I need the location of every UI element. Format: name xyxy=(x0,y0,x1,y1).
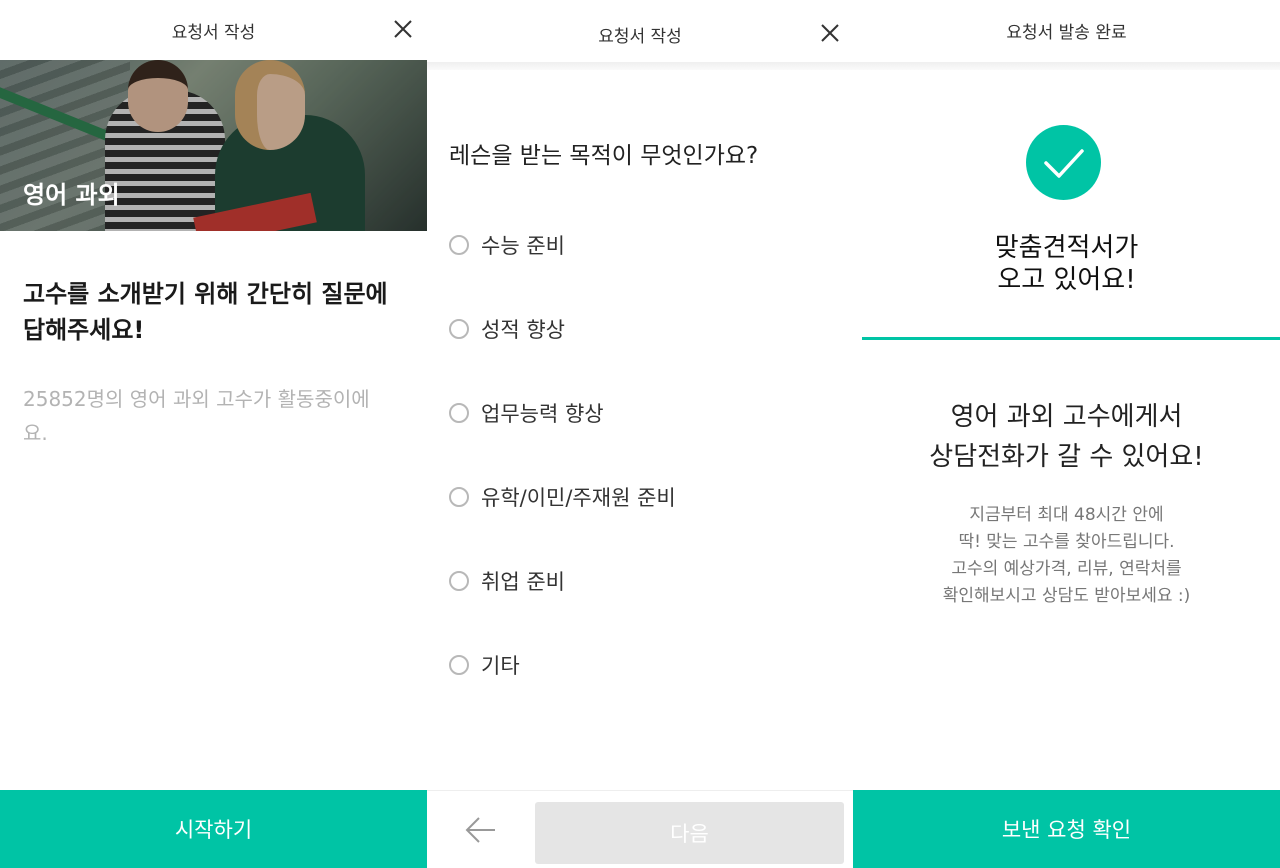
close-button[interactable] xyxy=(391,17,415,41)
description-line: 지금부터 최대 48시간 안에 xyxy=(969,505,1164,525)
option-label: 취업 준비 xyxy=(481,570,565,594)
intro-title-line: 답해주세요! xyxy=(23,316,145,344)
option-item[interactable]: 수능 준비 xyxy=(449,216,676,300)
back-arrow-icon xyxy=(465,817,495,843)
option-label: 성적 향상 xyxy=(481,318,565,342)
option-list: 수능 준비 성적 향상 업무능력 향상 유학/이민/주재원 준비 취업 준비 기… xyxy=(449,216,676,720)
hero-label: 영어 과외 xyxy=(23,181,120,209)
intro-subtitle-line: 25852명의 영어 과외 고수가 활동중이에 xyxy=(23,387,370,411)
check-icon xyxy=(1044,149,1084,178)
option-label: 수능 준비 xyxy=(481,234,565,258)
option-item[interactable]: 성적 향상 xyxy=(449,300,676,384)
screen-intro: 요청서 작성 영어 과외 고수를 소개받기 위해 간단히 질문에 답해주세요! xyxy=(0,0,427,868)
close-button[interactable] xyxy=(818,21,842,45)
description-line: 고수의 예상가격, 리뷰, 연락처를 xyxy=(951,559,1182,579)
view-request-button[interactable]: 보낸 요청 확인 xyxy=(853,790,1280,868)
success-badge xyxy=(1026,125,1101,200)
option-label: 유학/이민/주재원 준비 xyxy=(481,486,676,510)
option-item[interactable]: 유학/이민/주재원 준비 xyxy=(449,468,676,552)
done-title-line: 오고 있어요! xyxy=(997,265,1136,295)
call-title-line: 영어 과외 고수에게서 xyxy=(950,402,1183,432)
back-button[interactable] xyxy=(463,815,499,845)
header: 요청서 작성 xyxy=(427,0,853,70)
hero-image: 영어 과외 xyxy=(0,60,427,231)
radio-icon[interactable] xyxy=(449,319,469,339)
call-description: 지금부터 최대 48시간 안에 딱! 맞는 고수를 찾아드립니다. 고수의 예상… xyxy=(853,502,1280,610)
close-icon xyxy=(394,20,412,38)
question-title: 레슨을 받는 목적이 무엇인가요? xyxy=(449,143,759,169)
screens-container: 요청서 작성 영어 과외 고수를 소개받기 위해 간단히 질문에 답해주세요! xyxy=(0,0,1280,868)
next-button[interactable]: 다음 xyxy=(535,802,844,864)
start-button[interactable]: 시작하기 xyxy=(0,790,427,868)
header: 요청서 발송 완료 xyxy=(853,0,1280,70)
bottom-bar: 다음 xyxy=(427,790,853,868)
intro-subtitle: 25852명의 영어 과외 고수가 활동중이에 요. xyxy=(23,382,408,450)
intro-title: 고수를 소개받기 위해 간단히 질문에 답해주세요! xyxy=(23,276,413,348)
header-title: 요청서 작성 xyxy=(171,23,256,43)
radio-icon[interactable] xyxy=(449,571,469,591)
option-item[interactable]: 취업 준비 xyxy=(449,552,676,636)
intro-title-line: 고수를 소개받기 위해 간단히 질문에 xyxy=(23,280,388,308)
radio-icon[interactable] xyxy=(449,403,469,423)
screen-question: 요청서 작성 레슨을 받는 목적이 무엇인가요? 수능 준비 성적 향상 업무능… xyxy=(427,0,853,868)
header-title: 요청서 작성 xyxy=(598,27,682,47)
call-title-line: 상담전화가 갈 수 있어요! xyxy=(929,442,1204,472)
option-item[interactable]: 업무능력 향상 xyxy=(449,384,676,468)
header-divider xyxy=(427,62,853,70)
header: 요청서 작성 xyxy=(0,0,427,60)
screen-complete: 요청서 발송 완료 맞춤견적서가 오고 있어요! 영어 과외 고수에게서 상담전… xyxy=(853,0,1280,868)
radio-icon[interactable] xyxy=(449,235,469,255)
done-title: 맞춤견적서가 오고 있어요! xyxy=(853,232,1280,296)
call-title: 영어 과외 고수에게서 상담전화가 갈 수 있어요! xyxy=(853,397,1280,477)
description-line: 확인해보시고 상담도 받아보세요 :) xyxy=(942,586,1191,606)
header-title: 요청서 발송 완료 xyxy=(1006,23,1127,43)
section-divider xyxy=(862,337,1280,340)
close-icon xyxy=(821,24,839,42)
intro-subtitle-line: 요. xyxy=(23,421,48,445)
radio-icon[interactable] xyxy=(449,655,469,675)
description-line: 딱! 맞는 고수를 찾아드립니다. xyxy=(958,532,1175,552)
option-label: 업무능력 향상 xyxy=(481,402,604,426)
done-title-line: 맞춤견적서가 xyxy=(994,233,1139,263)
radio-icon[interactable] xyxy=(449,487,469,507)
header-divider xyxy=(853,62,1280,70)
option-label: 기타 xyxy=(481,654,520,678)
option-item[interactable]: 기타 xyxy=(449,636,676,720)
